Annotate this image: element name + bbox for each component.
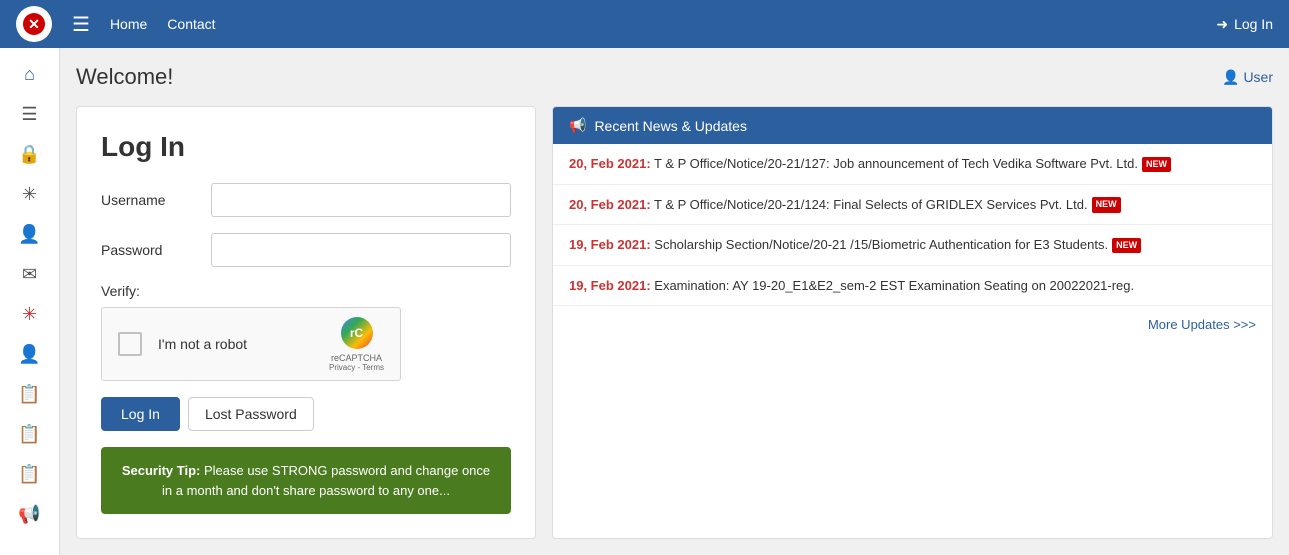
recaptcha-brand-text: reCAPTCHA: [329, 353, 384, 363]
navbar-right: ➜ Log In: [1216, 16, 1273, 33]
news-list: 20, Feb 2021: T & P Office/Notice/20-21/…: [553, 144, 1272, 305]
recaptcha-text: I'm not a robot: [158, 336, 247, 352]
user-icon: 👤: [1222, 69, 1239, 86]
news-panel: 📢 Recent News & Updates 20, Feb 2021: T …: [552, 106, 1273, 539]
button-row: Log In Lost Password: [101, 397, 511, 431]
news-header-title: Recent News & Updates: [594, 118, 747, 134]
navbar: ✕ ☰ Home Contact ➜ Log In: [0, 0, 1289, 48]
login-arrow-icon: ➜: [1216, 16, 1228, 33]
sidebar-item-clipboard3[interactable]: 📋: [8, 456, 52, 492]
user-link[interactable]: 👤 User: [1222, 69, 1273, 86]
lost-password-button[interactable]: Lost Password: [188, 397, 314, 431]
logo: ✕: [16, 6, 52, 42]
sidebar-item-user2[interactable]: 👤: [8, 336, 52, 372]
more-updates: More Updates >>>: [553, 305, 1272, 342]
sidebar-item-mail[interactable]: ✉: [8, 256, 52, 292]
more-updates-link[interactable]: More Updates >>>: [1148, 317, 1256, 332]
megaphone-icon: 📢: [569, 117, 586, 134]
recaptcha-checkbox[interactable]: [118, 332, 142, 356]
sidebar-item-home[interactable]: ⌂: [8, 56, 52, 92]
recaptcha-box[interactable]: I'm not a robot rC reCAPTCHA Privacy - T…: [101, 307, 401, 381]
news-item[interactable]: 19, Feb 2021: Scholarship Section/Notice…: [553, 225, 1272, 266]
sidebar-item-clipboard[interactable]: 📋: [8, 376, 52, 412]
sidebar-item-list[interactable]: ☰: [8, 96, 52, 132]
username-group: Username: [101, 183, 511, 217]
sidebar-item-asterisk2[interactable]: ✳: [8, 296, 52, 332]
nav-home[interactable]: Home: [110, 16, 147, 32]
recaptcha-links-text: Privacy - Terms: [329, 363, 384, 372]
login-card: Log In Username Password Verify: I'm not…: [76, 106, 536, 539]
password-input[interactable]: [211, 233, 511, 267]
welcome-header: Welcome! 👤 User: [76, 64, 1273, 90]
news-date: 20, Feb 2021:: [569, 197, 651, 212]
verify-label: Verify:: [101, 283, 511, 299]
password-label: Password: [101, 242, 211, 258]
username-input[interactable]: [211, 183, 511, 217]
new-badge: NEW: [1112, 238, 1141, 254]
main-content: Welcome! 👤 User Log In Username Password: [60, 48, 1289, 555]
sidebar-item-asterisk[interactable]: ✳: [8, 176, 52, 212]
news-date: 19, Feb 2021:: [569, 278, 651, 293]
news-header: 📢 Recent News & Updates: [553, 107, 1272, 144]
recaptcha-logo-icon: rC: [341, 317, 373, 349]
security-tip-text: Please use STRONG password and change on…: [162, 463, 490, 498]
login-button[interactable]: Log In: [101, 397, 180, 431]
content-area: Log In Username Password Verify: I'm not…: [76, 106, 1273, 539]
sidebar-item-user[interactable]: 👤: [8, 216, 52, 252]
svg-text:✕: ✕: [28, 16, 40, 32]
page-title: Welcome!: [76, 64, 173, 90]
username-label: Username: [101, 192, 211, 208]
news-item[interactable]: 19, Feb 2021: Examination: AY 19-20_E1&E…: [553, 266, 1272, 306]
layout: ⌂ ☰ 🔒 ✳ 👤 ✉ ✳ 👤 📋 📋 📋 📢 Welcome! 👤 User …: [0, 48, 1289, 555]
navbar-links: Home Contact: [110, 16, 1196, 32]
password-group: Password: [101, 233, 511, 267]
hamburger-icon[interactable]: ☰: [72, 12, 90, 37]
security-tip-bold: Security Tip:: [122, 463, 201, 478]
user-label: User: [1243, 69, 1273, 85]
new-badge: NEW: [1092, 197, 1121, 213]
new-badge: NEW: [1142, 157, 1171, 173]
sidebar-item-lock[interactable]: 🔒: [8, 136, 52, 172]
news-item[interactable]: 20, Feb 2021: T & P Office/Notice/20-21/…: [553, 185, 1272, 226]
news-text: T & P Office/Notice/20-21/124: Final Sel…: [651, 197, 1088, 212]
security-tip: Security Tip: Please use STRONG password…: [101, 447, 511, 514]
news-text: T & P Office/Notice/20-21/127: Job annou…: [651, 156, 1138, 171]
sidebar: ⌂ ☰ 🔒 ✳ 👤 ✉ ✳ 👤 📋 📋 📋 📢: [0, 48, 60, 555]
nav-contact[interactable]: Contact: [167, 16, 215, 32]
login-title: Log In: [101, 131, 511, 163]
news-date: 19, Feb 2021:: [569, 237, 651, 252]
recaptcha-branding: rC reCAPTCHA Privacy - Terms: [329, 317, 384, 372]
nav-login[interactable]: Log In: [1234, 16, 1273, 32]
news-text: Scholarship Section/Notice/20-21 /15/Bio…: [651, 237, 1108, 252]
news-date: 20, Feb 2021:: [569, 156, 651, 171]
sidebar-item-clipboard2[interactable]: 📋: [8, 416, 52, 452]
news-text: Examination: AY 19-20_E1&E2_sem-2 EST Ex…: [651, 278, 1134, 293]
news-item[interactable]: 20, Feb 2021: T & P Office/Notice/20-21/…: [553, 144, 1272, 185]
